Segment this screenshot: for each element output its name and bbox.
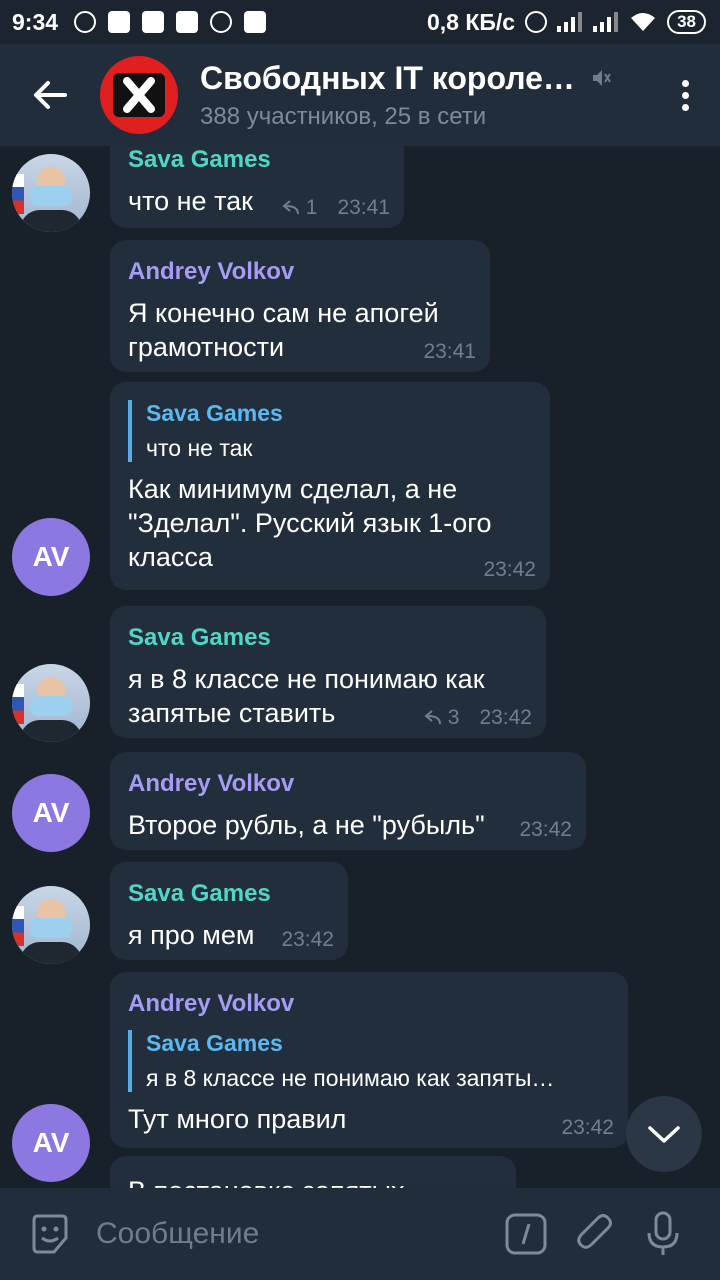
reply-sender: Sava Games (146, 1030, 283, 1056)
message-bubble[interactable]: Andrey Volkov Второе рубль, а не "рубыль… (110, 752, 586, 850)
back-button[interactable] (0, 44, 100, 146)
sender-name[interactable]: Andrey Volkov (128, 770, 568, 798)
youtube-icon (142, 11, 165, 33)
youtube-icon (244, 11, 267, 33)
group-avatar[interactable] (100, 56, 178, 134)
notification-icon (108, 11, 131, 33)
reply-sender: Sava Games (146, 400, 283, 426)
reply-arrow-icon[interactable] (420, 710, 442, 726)
message-text: В постановке запятых (128, 1174, 498, 1188)
notification-icon (74, 11, 97, 33)
message-input[interactable] (94, 1216, 484, 1252)
reply-quote[interactable]: Sava Games что не так (128, 400, 532, 462)
alarm-icon (210, 11, 233, 33)
sava-games-avatar[interactable] (12, 154, 90, 232)
status-bar: 9:34 0,8 КБ/с 38 (0, 0, 720, 44)
status-time: 9:34 (12, 8, 59, 35)
message-time: 23:42 (479, 706, 532, 729)
chat-subtitle: 388 участников, 25 в сети (200, 102, 487, 130)
message-text: Второе рубль, а не "рубыль" (128, 810, 485, 840)
andrey-volkov-avatar[interactable]: AV (12, 1104, 90, 1182)
microphone-icon[interactable] (646, 1211, 680, 1257)
signal-icon (557, 12, 583, 32)
sender-name[interactable]: Sava Games (128, 880, 330, 908)
chat-title: Свободных IT королей… (200, 59, 580, 96)
reply-arrow-icon[interactable] (278, 200, 300, 216)
reply-count[interactable]: 1 (306, 196, 318, 220)
message-time: 23:41 (423, 340, 476, 363)
battery-indicator: 38 (667, 10, 706, 34)
scroll-down-button[interactable] (626, 1096, 702, 1172)
sender-name[interactable]: Sava Games (128, 624, 528, 652)
bot-command-icon[interactable] (504, 1212, 548, 1256)
reply-count[interactable]: 3 (448, 706, 460, 730)
sticker-emoji-icon[interactable] (28, 1212, 72, 1256)
message-bubble[interactable]: Sava Games я про мем 23:42 (110, 862, 348, 960)
message-input-bar (0, 1188, 720, 1280)
notification-icons (74, 11, 267, 33)
message-bubble[interactable]: Sava Games что не так Как минимум сделал… (110, 382, 550, 590)
reply-text: я в 8 классе не понимаю как запяты… (146, 1065, 555, 1091)
network-speed: 0,8 КБ/с (426, 8, 516, 35)
arrow-left-icon (34, 81, 67, 109)
message-text: Тут много правил (128, 1104, 347, 1134)
reply-quote[interactable]: Sava Games я в 8 классе не понимаю как з… (128, 1030, 610, 1092)
message-time: 23:42 (281, 928, 334, 951)
sender-name[interactable]: Andrey Volkov (128, 258, 472, 286)
alarm-icon (525, 11, 548, 33)
message-bubble[interactable]: В постановке запятых (110, 1156, 516, 1188)
wifi-icon (631, 13, 656, 31)
sava-games-avatar[interactable] (12, 664, 90, 742)
message-time: 23:41 (337, 196, 390, 219)
message-time: 23:42 (483, 558, 536, 581)
message-bubble[interactable]: Sava Games я в 8 классе не понимаю как з… (110, 606, 546, 738)
mute-icon (593, 70, 611, 86)
chat-info[interactable]: Свободных IT королей… 388 участников, 25… (200, 60, 620, 131)
andrey-volkov-avatar[interactable]: AV (12, 518, 90, 596)
close-x-logo-icon (113, 73, 165, 117)
chat-header: Свободных IT королей… 388 участников, 25… (0, 44, 720, 146)
message-list[interactable]: Sava Games что не так 1 23:41 Andrey Vol… (0, 146, 720, 1188)
signal-icon (593, 12, 619, 32)
message-bubble[interactable]: Andrey Volkov Sava Games я в 8 классе не… (110, 972, 628, 1148)
notification-icon (176, 11, 199, 33)
sender-name[interactable]: Sava Games (128, 146, 386, 174)
message-time: 23:42 (561, 1116, 614, 1139)
message-bubble[interactable]: Andrey Volkov Я конечно сам не апогей гр… (110, 240, 490, 372)
message-bubble[interactable]: Sava Games что не так 1 23:41 (110, 146, 404, 228)
sava-games-avatar[interactable] (12, 886, 90, 964)
message-text: Как минимум сделал, а не "Зделал". Русск… (128, 474, 492, 572)
andrey-volkov-avatar[interactable]: AV (12, 774, 90, 852)
chevron-down-icon (648, 1126, 680, 1143)
paperclip-icon[interactable] (576, 1212, 616, 1256)
message-time: 23:42 (519, 818, 572, 841)
sender-name[interactable]: Andrey Volkov (128, 990, 610, 1018)
reply-text: что не так (146, 435, 253, 461)
more-menu-button[interactable] (680, 80, 690, 111)
